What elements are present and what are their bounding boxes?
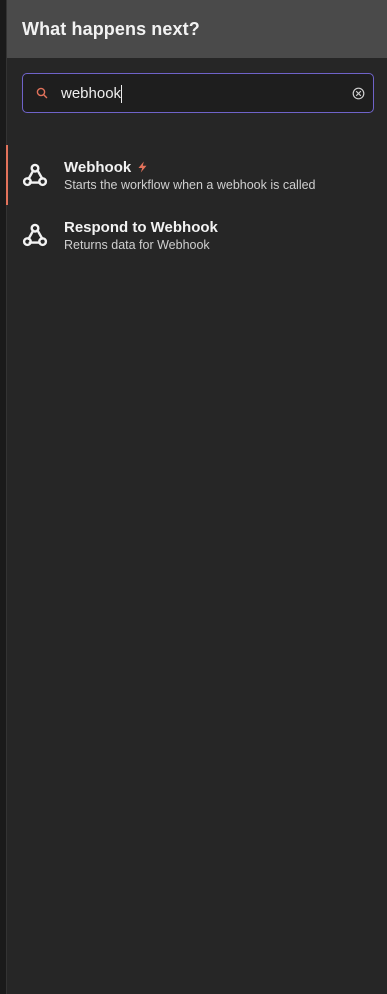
result-item-title: Webhook (64, 158, 132, 176)
search-icon (23, 87, 61, 99)
clear-search-button[interactable] (343, 87, 373, 100)
search-input[interactable]: webhook (61, 74, 343, 113)
result-item-title-row: Webhook (64, 158, 316, 176)
search-input-value: webhook (61, 85, 122, 102)
text-caret (121, 84, 123, 103)
clear-circle-icon (352, 87, 364, 99)
result-item-text: Respond to Webhook Returns data for Webh… (64, 218, 218, 253)
results-list: Webhook Starts the workflow when a webho… (6, 145, 387, 265)
result-item-text: Webhook Starts the workflow when a webho… (64, 158, 316, 193)
app-root: What happens next? webhook Webhook Start… (0, 0, 387, 994)
result-item-webhook[interactable]: Webhook Starts the workflow when a webho… (6, 145, 387, 205)
result-item-respond-to-webhook[interactable]: Respond to Webhook Returns data for Webh… (7, 205, 387, 265)
search-box[interactable]: webhook (22, 73, 374, 113)
result-item-title: Respond to Webhook (64, 218, 218, 236)
result-item-description: Returns data for Webhook (64, 238, 210, 252)
bolt-icon (137, 161, 148, 173)
result-item-description: Starts the workflow when a webhook is ca… (64, 178, 316, 192)
node-creator-panel: What happens next? webhook Webhook Start… (6, 0, 387, 994)
webhook-icon (22, 163, 48, 187)
panel-title: What happens next? (22, 18, 200, 39)
webhook-icon (22, 223, 48, 247)
panel-header: What happens next? (7, 0, 387, 58)
